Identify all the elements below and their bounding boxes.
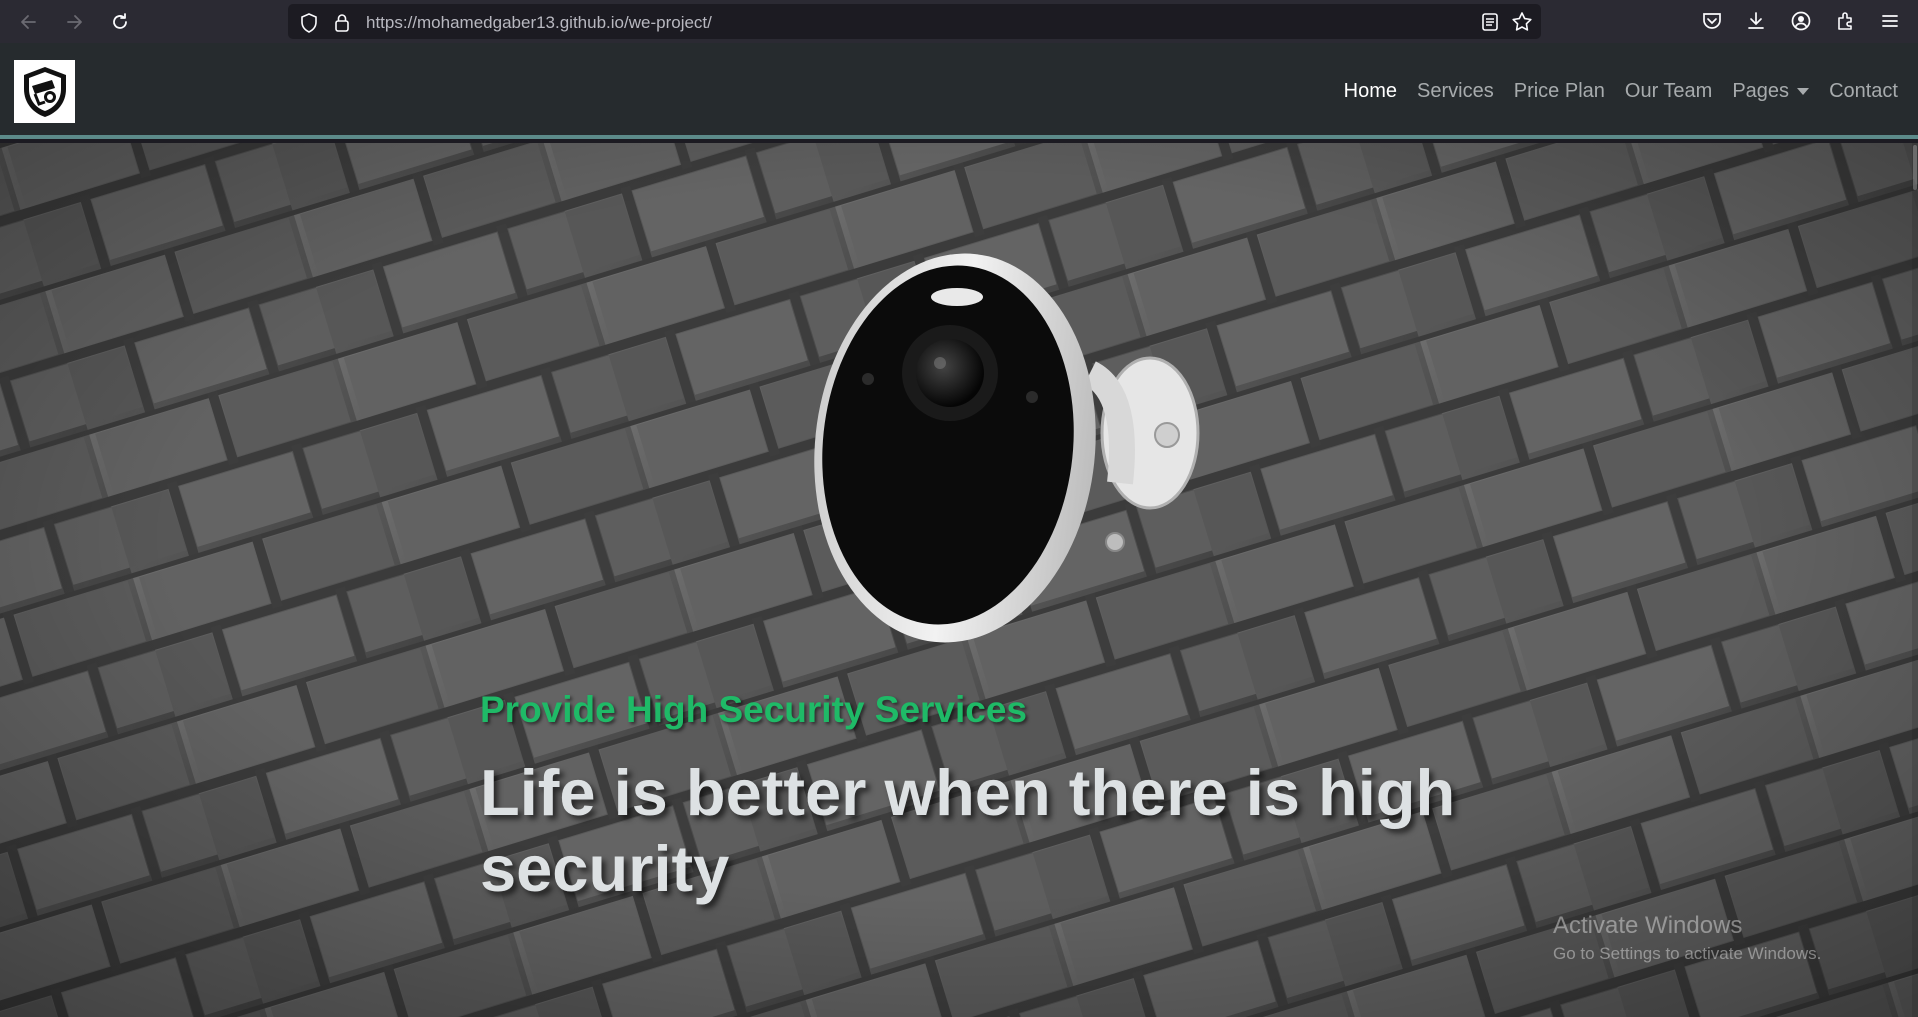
browser-toolbar: https://mohamedgaber13.github.io/we-proj… (0, 0, 1918, 43)
forward-button[interactable] (58, 6, 90, 38)
menu-icon (1882, 15, 1898, 27)
extensions-icon (1838, 12, 1852, 30)
downloads-button[interactable] (1743, 8, 1769, 34)
nav-price-plan[interactable]: Price Plan (1514, 80, 1605, 103)
scrollbar-thumb[interactable] (1913, 145, 1917, 190)
url-host: https://mohamedgaber13.github.io (366, 13, 625, 32)
back-icon (21, 15, 36, 29)
nav-home[interactable]: Home (1344, 80, 1397, 103)
page-scrollbar[interactable] (1912, 143, 1918, 1017)
back-button[interactable] (13, 6, 45, 38)
bookmark-star-icon[interactable] (1511, 11, 1533, 33)
extensions-button[interactable] (1833, 8, 1859, 34)
lock-icon[interactable] (334, 13, 350, 33)
url-text[interactable]: https://mohamedgaber13.github.io/we-proj… (366, 13, 712, 33)
nav-links: Home Services Price Plan Our Team Pages … (1324, 43, 1898, 139)
pocket-button[interactable] (1699, 8, 1725, 34)
watermark-subtitle: Go to Settings to activate Windows. (1553, 944, 1822, 963)
nav-contact[interactable]: Contact (1829, 80, 1898, 103)
hero-subtitle: Provide High Security Services (480, 689, 1028, 730)
nav-services[interactable]: Services (1417, 80, 1494, 103)
reader-view-icon[interactable] (1481, 12, 1499, 32)
reload-button[interactable] (104, 6, 136, 38)
url-path: /we-project/ (624, 13, 712, 32)
site-logo[interactable] (14, 60, 75, 123)
forward-icon (67, 15, 82, 29)
nav-our-team[interactable]: Our Team (1625, 80, 1712, 103)
security-camera-shield-icon (23, 66, 66, 117)
shield-icon[interactable] (300, 13, 318, 33)
address-bar[interactable]: https://mohamedgaber13.github.io/we-proj… (288, 4, 1541, 39)
nav-pages-label: Pages (1732, 79, 1790, 102)
downloads-icon (1748, 12, 1764, 29)
account-icon (1791, 11, 1811, 31)
hero-section: Provide High Security Services Life is b… (0, 143, 1918, 1017)
hero-title: Life is better when there is high securi… (480, 756, 1456, 905)
watermark-title: Activate Windows (1553, 912, 1743, 939)
nav-pages-dropdown[interactable]: Pages (1732, 79, 1810, 103)
account-button[interactable] (1788, 8, 1814, 34)
pocket-icon (1703, 13, 1721, 29)
site-navbar: Home Services Price Plan Our Team Pages … (0, 43, 1918, 139)
reload-icon (113, 13, 127, 29)
app-menu-button[interactable] (1877, 8, 1903, 34)
caret-down-icon (1797, 87, 1810, 95)
activate-windows-watermark: Activate Windows Go to Settings to activ… (1553, 912, 1821, 964)
